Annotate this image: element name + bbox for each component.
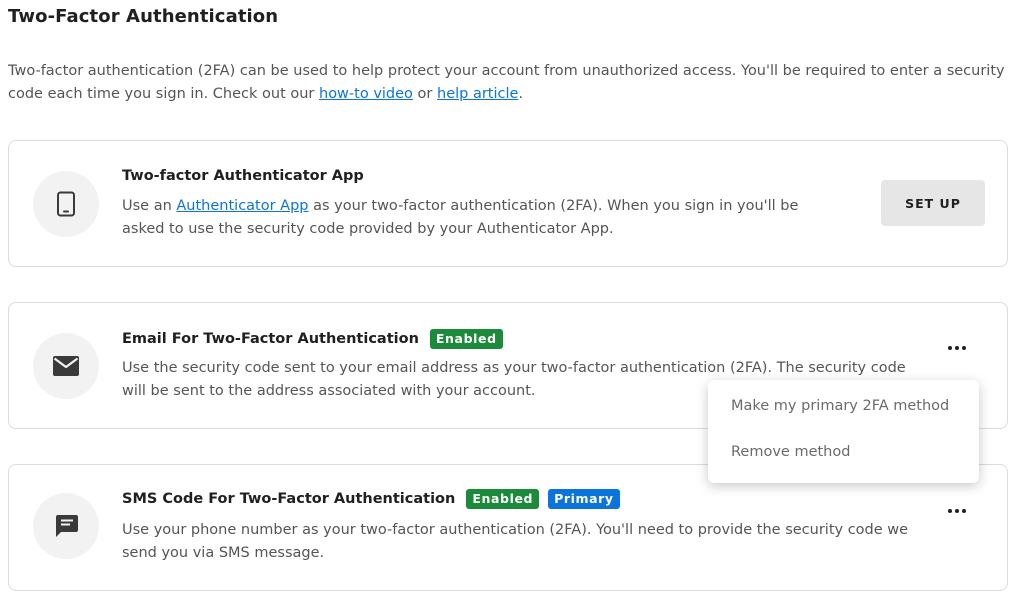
more-options-menu: Make my primary 2FA method Remove method <box>708 380 979 483</box>
authenticator-app-link[interactable]: Authenticator App <box>176 198 308 214</box>
dot-icon <box>948 509 952 513</box>
dot-icon <box>955 509 959 513</box>
authenticator-app-title: Two-factor Authenticator App <box>122 168 364 184</box>
email-more-options-button[interactable] <box>942 336 972 360</box>
authenticator-desc-pre: Use an <box>122 198 177 214</box>
dot-icon <box>955 346 959 350</box>
sms-primary-badge: Primary <box>548 489 620 509</box>
dot-icon <box>962 509 966 513</box>
how-to-video-link[interactable]: how-to video <box>319 86 413 102</box>
sms-2fa-title-row: SMS Code For Two-Factor Authentication E… <box>122 489 620 509</box>
dot-icon <box>962 346 966 350</box>
make-primary-menu-item[interactable]: Make my primary 2FA method <box>708 386 979 432</box>
sms-2fa-title: SMS Code For Two-Factor Authentication <box>122 491 456 507</box>
dot-icon <box>948 346 952 350</box>
authenticator-app-description: Use an Authenticator App as your two-fac… <box>122 195 842 241</box>
intro-or-text: or <box>412 86 437 102</box>
tablet-icon <box>33 171 99 237</box>
remove-method-menu-item[interactable]: Remove method <box>708 432 979 478</box>
sms-2fa-description: Use your phone number as your two-factor… <box>122 522 909 561</box>
sms-more-options-button[interactable] <box>942 499 972 523</box>
authenticator-app-card: Two-factor Authenticator App Use an Auth… <box>8 140 1008 267</box>
email-2fa-title-row: Email For Two-Factor Authentication Enab… <box>122 329 503 349</box>
page-title: Two-Factor Authentication <box>8 6 279 27</box>
set-up-button[interactable]: SET UP <box>881 180 985 226</box>
chat-message-icon <box>33 493 99 559</box>
intro-paragraph: Two-factor authentication (2FA) can be u… <box>8 60 1008 106</box>
help-article-link[interactable]: help article <box>437 86 518 102</box>
envelope-icon <box>33 333 99 399</box>
sms-enabled-badge: Enabled <box>466 489 540 509</box>
email-2fa-title: Email For Two-Factor Authentication <box>122 331 419 347</box>
sms-2fa-card: SMS Code For Two-Factor Authentication E… <box>8 464 1008 591</box>
intro-end-text: . <box>518 86 524 102</box>
email-enabled-badge: Enabled <box>429 329 503 349</box>
